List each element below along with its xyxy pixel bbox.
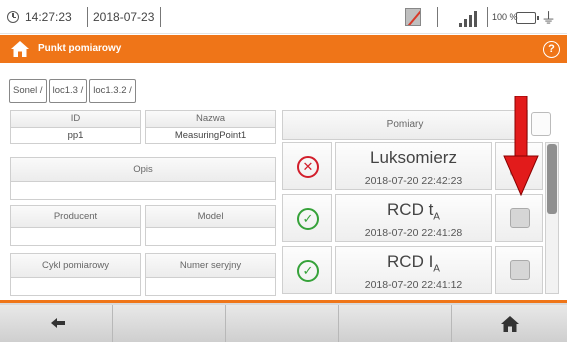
toolbar-button-3[interactable] xyxy=(226,305,339,342)
breadcrumb-item[interactable]: Sonel / xyxy=(9,79,47,103)
measurement-checkbox-cell xyxy=(495,246,543,294)
manufacturer-field[interactable]: Producent xyxy=(10,205,141,246)
measurement-checkbox-cell xyxy=(495,194,543,242)
error-icon: ✕ xyxy=(297,156,319,178)
measurement-status-cell: ✓ xyxy=(282,194,332,242)
measurement-row[interactable]: ✓ RCD tA 2018-07-20 22:41:28 xyxy=(282,194,543,242)
measurement-status-cell: ✓ xyxy=(282,246,332,294)
id-label: ID xyxy=(10,110,141,127)
measurement-name: Luksomierz xyxy=(370,148,457,167)
status-time: 14:27:23 xyxy=(25,10,72,24)
description-field[interactable]: Opis xyxy=(10,157,276,200)
measurement-info[interactable]: RCD IA 2018-07-20 22:41:12 xyxy=(335,246,492,294)
scrollbar-thumb[interactable] xyxy=(547,144,557,214)
toolbar-button-4[interactable] xyxy=(339,305,452,342)
signal-bars-icon xyxy=(459,9,481,27)
id-field[interactable]: ID pp1 xyxy=(10,110,141,144)
status-separator xyxy=(87,7,88,27)
cycle-label: Cykl pomiarowy xyxy=(10,253,141,277)
back-button[interactable] xyxy=(0,305,113,342)
status-separator xyxy=(160,7,161,27)
model-field[interactable]: Model xyxy=(145,205,276,246)
battery-icon xyxy=(516,12,539,24)
battery-percent: 100 % xyxy=(492,12,518,22)
serial-label: Numer seryjny xyxy=(145,253,276,277)
measurement-checkbox[interactable] xyxy=(510,260,530,280)
measurement-name: RCD IA xyxy=(387,252,440,275)
sim-card-disabled-icon xyxy=(405,8,421,26)
manufacturer-label: Producent xyxy=(10,205,141,227)
page-title: Punkt pomiarowy xyxy=(38,43,122,54)
measurement-info[interactable]: Luksomierz 2018-07-20 22:42:23 xyxy=(335,142,492,190)
serial-value[interactable] xyxy=(145,277,276,296)
measurement-row[interactable]: ✓ RCD IA 2018-07-20 22:41:12 xyxy=(282,246,543,294)
status-date: 2018-07-23 xyxy=(93,10,155,24)
ok-check-icon: ✓ xyxy=(297,260,319,282)
name-label: Nazwa xyxy=(145,110,276,127)
toolbar-button-2[interactable] xyxy=(113,305,226,342)
measurement-info[interactable]: RCD tA 2018-07-20 22:41:28 xyxy=(335,194,492,242)
status-separator xyxy=(487,7,488,27)
measurements-scrollbar[interactable] xyxy=(545,142,559,294)
measurement-date: 2018-07-20 22:42:23 xyxy=(364,175,463,187)
breadcrumb-item[interactable]: loc1.3.2 / xyxy=(89,79,136,103)
breadcrumb: Sonel / loc1.3 / loc1.3.2 / xyxy=(9,79,136,103)
model-label: Model xyxy=(145,205,276,227)
bottom-toolbar xyxy=(0,300,567,342)
title-bar: Punkt pomiarowy ? xyxy=(0,35,567,63)
measurements-header: Pomiary xyxy=(282,110,528,140)
measurement-date: 2018-07-20 22:41:28 xyxy=(364,227,463,239)
power-plug-icon: ⏚ xyxy=(541,10,557,27)
status-separator xyxy=(437,7,438,27)
ok-check-icon: ✓ xyxy=(297,208,319,230)
measurement-status-cell: ✕ xyxy=(282,142,332,190)
back-arrow-icon xyxy=(51,318,65,328)
serial-field[interactable]: Numer seryjny xyxy=(145,253,276,296)
model-value[interactable] xyxy=(145,227,276,246)
description-label: Opis xyxy=(10,157,276,181)
measurement-checkbox[interactable] xyxy=(510,208,530,228)
cycle-value[interactable] xyxy=(10,277,141,296)
home-button[interactable] xyxy=(452,305,567,342)
id-value[interactable]: pp1 xyxy=(10,127,141,144)
measurement-date: 2018-07-20 22:41:12 xyxy=(364,279,463,291)
name-field[interactable]: Nazwa MeasuringPoint1 xyxy=(145,110,276,144)
cycle-field[interactable]: Cykl pomiarowy xyxy=(10,253,141,296)
measurement-name: RCD tA xyxy=(387,200,440,223)
description-value[interactable] xyxy=(10,181,276,200)
clock-icon xyxy=(7,11,19,23)
home-icon[interactable] xyxy=(10,40,30,58)
red-arrow-down-icon xyxy=(503,96,539,196)
help-icon[interactable]: ? xyxy=(543,41,560,58)
home-icon xyxy=(501,316,519,332)
breadcrumb-item[interactable]: loc1.3 / xyxy=(48,79,88,103)
status-bar: 14:27:23 2018-07-23 100 % ⏚ xyxy=(0,0,567,34)
manufacturer-value[interactable] xyxy=(10,227,141,246)
name-value[interactable]: MeasuringPoint1 xyxy=(145,127,276,144)
